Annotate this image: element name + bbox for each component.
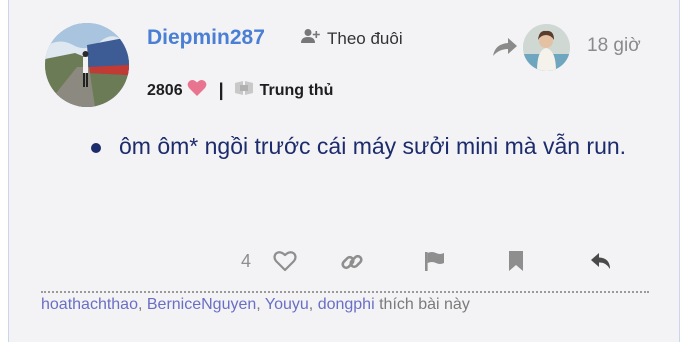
post-timestamp[interactable]: 18 giờ — [587, 35, 641, 57]
author-username[interactable]: Diepmin287 — [147, 26, 265, 50]
liked-by-line: hoathachthao, BerniceNguyen, Youyu, dong… — [41, 296, 470, 313]
heart-count: 2806 — [147, 81, 183, 99]
like-count[interactable]: 4 — [241, 251, 251, 272]
liker-name[interactable]: hoathachthao — [41, 296, 138, 313]
post-body-text: ôm ôm* ngồi trước cái máy sưởi mini mà v… — [119, 133, 627, 159]
likes-divider — [41, 291, 649, 293]
post-body-item: ôm ôm* ngồi trước cái máy sưởi mini mà v… — [89, 128, 649, 164]
follow-label: Theo đuôi — [327, 28, 403, 48]
liker-name[interactable]: Youyu — [265, 296, 309, 313]
liked-by-suffix: thích bài này — [379, 296, 470, 313]
follow-button[interactable]: Theo đuôi — [301, 28, 403, 49]
reply-to-avatar[interactable] — [523, 24, 570, 71]
bookmark-icon[interactable] — [507, 250, 525, 277]
liker-name[interactable]: BerniceNguyen — [147, 296, 256, 313]
link-icon[interactable] — [340, 250, 364, 279]
bullet-icon — [91, 143, 101, 153]
user-plus-icon — [301, 28, 321, 49]
flag-icon[interactable] — [423, 250, 445, 277]
reply-icon[interactable] — [589, 250, 613, 277]
author-stats: 2806 | Trung thủ — [147, 79, 333, 102]
stats-separator: | — [218, 80, 224, 100]
author-avatar[interactable] — [45, 23, 129, 107]
heart-outline-icon[interactable] — [273, 250, 297, 277]
post-body: ôm ôm* ngồi trước cái máy sưởi mini mà v… — [89, 128, 649, 164]
badge-label: Trung thủ — [259, 81, 334, 99]
share-arrow-icon[interactable] — [492, 36, 518, 63]
book-badge-icon — [234, 80, 254, 101]
heart-icon — [187, 79, 207, 102]
post-actions: 4 — [9, 248, 681, 278]
post-container: Diepmin287 Theo đuôi 2806 | Trung thủ 18… — [8, 0, 680, 342]
liker-name[interactable]: dongphi — [318, 296, 375, 313]
